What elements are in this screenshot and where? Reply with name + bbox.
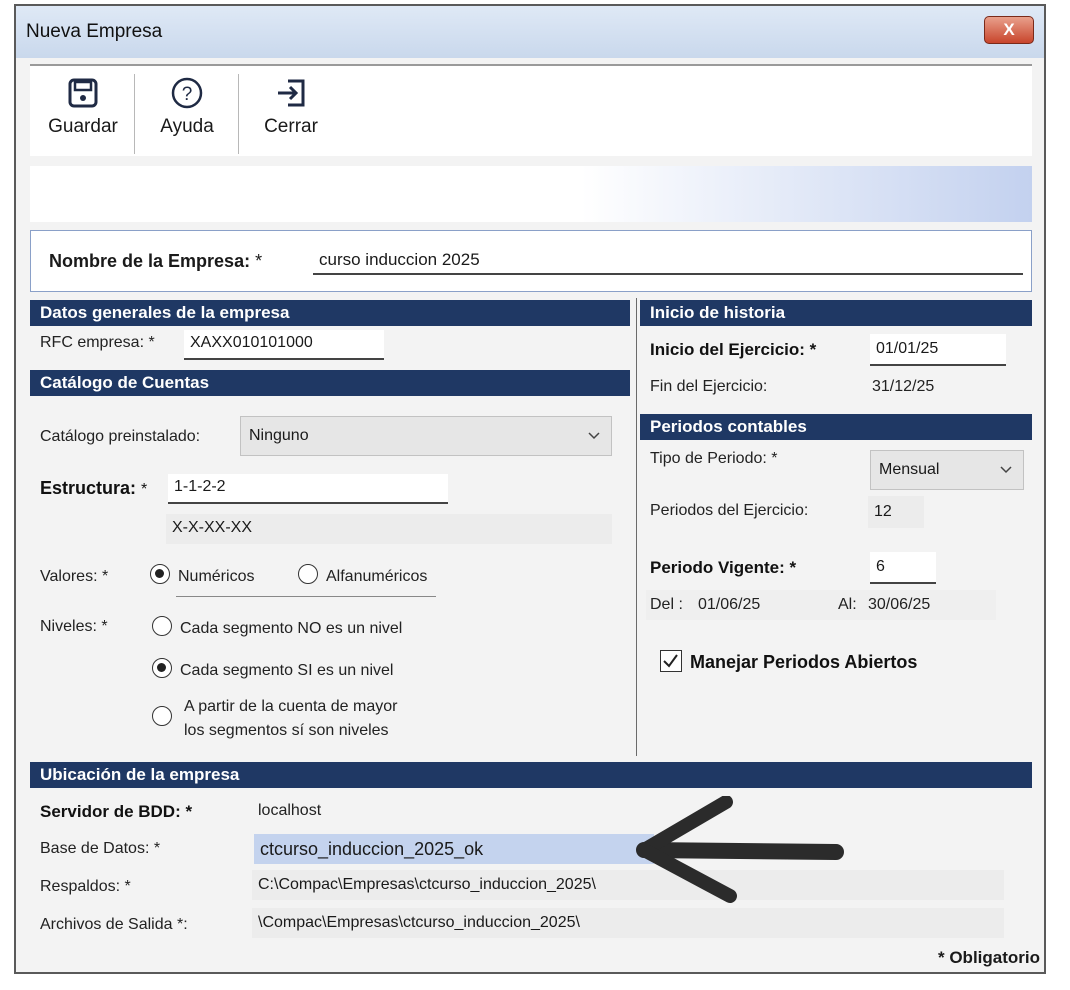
help-button[interactable]: ? Ayuda [142, 76, 232, 154]
levels-option-3-radio[interactable] [152, 706, 172, 726]
structure-input[interactable]: 1-1-2-2 [168, 474, 448, 504]
required-mark: * [255, 251, 263, 271]
company-name-box: Nombre de la Empresa: * curso induccion … [30, 230, 1032, 292]
backups-path: C:\Compac\Empresas\ctcurso_induccion_202… [252, 870, 1004, 900]
db-server-value: localhost [258, 802, 322, 819]
general-data-header: Datos generales de la empresa [30, 300, 630, 326]
structure-label-text: Estructura: [40, 478, 137, 498]
column-divider [636, 298, 637, 756]
values-numeric-label: Numéricos [178, 568, 255, 585]
close-label: Cerrar [264, 116, 318, 137]
levels-label: Niveles: * [40, 618, 108, 635]
levels-option-1-label: Cada segmento NO es un nivel [180, 620, 403, 637]
accounts-catalog-header: Catálogo de Cuentas [30, 370, 630, 396]
fiscal-end-label: Fin del Ejercicio: [650, 378, 768, 395]
required-mark: * [141, 481, 148, 498]
output-files-path: \Compac\Empresas\ctcurso_induccion_2025\ [252, 908, 1004, 938]
values-label: Valores: * [40, 568, 109, 585]
periods-count-value: 12 [868, 496, 924, 528]
svg-text:?: ? [182, 84, 193, 105]
current-period-input[interactable]: 6 [870, 552, 936, 584]
preinstalled-catalog-value: Ninguno [249, 427, 309, 444]
preinstalled-catalog-select[interactable]: Ninguno [240, 416, 612, 456]
values-numeric-radio[interactable] [150, 564, 170, 584]
fiscal-start-input[interactable]: 01/01/25 [870, 334, 1006, 366]
open-periods-label: Manejar Periodos Abiertos [690, 652, 918, 672]
open-periods-checkbox[interactable] [660, 650, 682, 672]
period-type-select[interactable]: Mensual [870, 450, 1024, 490]
output-files-label: Archivos de Salida *: [40, 916, 188, 933]
info-banner [30, 166, 1032, 222]
levels-option-3-label-line1: A partir de la cuenta de mayor [184, 698, 398, 715]
database-label: Base de Datos: * [40, 840, 161, 857]
chevron-down-icon [1000, 466, 1012, 474]
window-title: Nueva Empresa [26, 21, 163, 42]
backups-label: Respaldos: * [40, 878, 131, 895]
period-to-value: 30/06/25 [868, 596, 931, 613]
help-label: Ayuda [160, 116, 214, 137]
toolbar-divider [238, 74, 239, 154]
toolbar: Guardar ? Ayuda Cerrar [30, 64, 1032, 156]
divider [176, 596, 436, 597]
rfc-input[interactable]: XAXX010101000 [184, 330, 384, 360]
periods-count-label: Periodos del Ejercicio: [650, 502, 809, 519]
periods-header: Periodos contables [640, 414, 1032, 440]
history-header: Inicio de historia [640, 300, 1032, 326]
db-server-label: Servidor de BDD: * [40, 802, 193, 821]
company-name-label-text: Nombre de la Empresa: [49, 251, 251, 271]
chevron-down-icon [588, 432, 600, 440]
required-note: * Obligatorio [938, 948, 1040, 967]
close-window-button[interactable]: X [984, 16, 1034, 44]
database-input[interactable]: ctcurso_induccion_2025_ok [254, 834, 654, 864]
period-type-label: Tipo de Periodo: * [650, 450, 778, 467]
exit-icon [278, 79, 305, 107]
annotation-arrow-icon [636, 796, 844, 903]
structure-label: Estructura: * [40, 478, 147, 499]
close-button[interactable]: Cerrar [246, 76, 336, 154]
period-to-label: Al: [838, 596, 857, 613]
fiscal-start-label: Inicio del Ejercicio: * [650, 340, 817, 359]
levels-option-1-radio[interactable] [152, 616, 172, 636]
levels-option-2-radio[interactable] [152, 658, 172, 678]
checkmark-icon [663, 654, 678, 668]
levels-option-3-label-line2: los segmentos sí son niveles [184, 722, 389, 739]
rfc-label: RFC empresa: * [40, 334, 155, 351]
structure-mask: X-X-XX-XX [166, 514, 612, 544]
save-button[interactable]: Guardar [38, 76, 128, 154]
current-period-label: Periodo Vigente: * [650, 558, 797, 577]
preinstalled-catalog-label: Catálogo preinstalado: [40, 428, 201, 445]
company-name-label: Nombre de la Empresa: * [49, 251, 262, 272]
company-location-header: Ubicación de la empresa [30, 762, 1032, 788]
period-from-value: 01/06/25 [698, 596, 761, 613]
toolbar-divider [134, 74, 135, 154]
period-from-label: Del : [650, 596, 683, 613]
values-alphanumeric-radio[interactable] [298, 564, 318, 584]
save-label: Guardar [48, 116, 118, 137]
levels-option-2-label: Cada segmento SI es un nivel [180, 662, 394, 679]
fiscal-end-value: 31/12/25 [872, 378, 935, 395]
period-type-value: Mensual [879, 461, 940, 478]
values-alphanumeric-label: Alfanuméricos [326, 568, 428, 585]
title-bar: Nueva Empresa X [16, 6, 1044, 58]
company-name-input[interactable]: curso induccion 2025 [313, 245, 1023, 275]
new-company-window: Nueva Empresa X Guardar ? Ayuda Cerrar N… [14, 4, 1046, 974]
help-icon: ? [171, 77, 203, 109]
save-icon [68, 78, 98, 108]
